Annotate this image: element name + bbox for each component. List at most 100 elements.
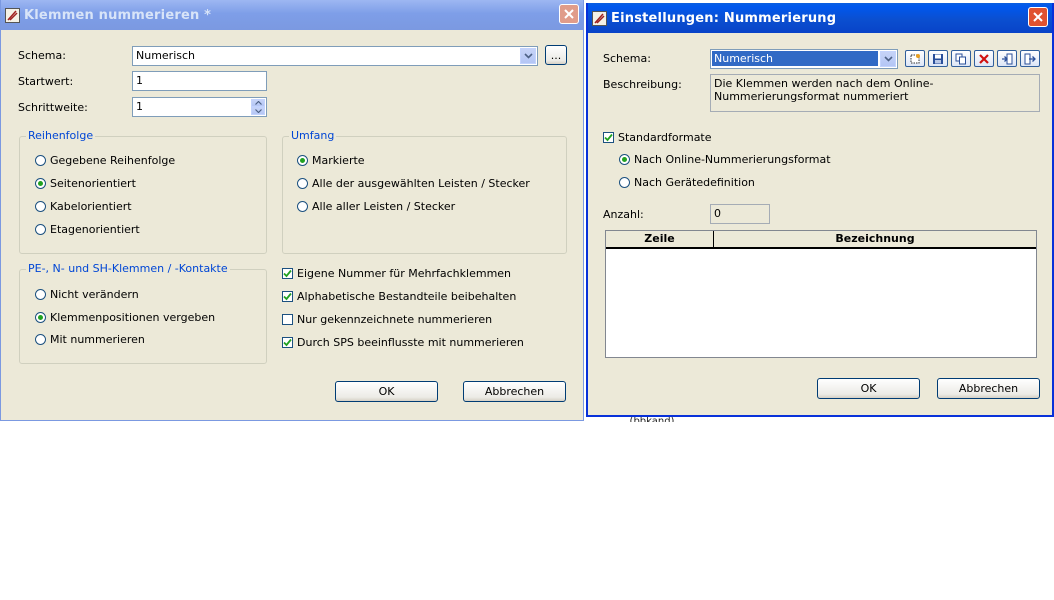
title-bar[interactable]: Einstellungen: Nummerierung <box>588 3 1052 33</box>
schema-dropdown[interactable]: Numerisch <box>132 46 538 66</box>
radio-label: Alle aller Leisten / Stecker <box>312 200 456 213</box>
radio-circle <box>35 155 46 166</box>
radio-online-nummerierungsformat[interactable]: Nach Online-Nummerierungsformat <box>619 153 831 166</box>
startwert-value: 1 <box>136 74 143 87</box>
startwert-label: Startwert: <box>18 75 74 88</box>
checkbox-label: Alphabetische Bestandteile beibehalten <box>297 290 517 303</box>
checkbox-durch-sps[interactable]: Durch SPS beeinflusste mit nummerieren <box>282 336 524 349</box>
new-icon[interactable] <box>905 50 925 67</box>
ok-button[interactable]: OK <box>817 378 920 399</box>
title-bar[interactable]: Klemmen nummerieren * <box>1 0 583 30</box>
reihenfolge-title: Reihenfolge <box>26 129 96 142</box>
radio-label: Markierte <box>312 154 365 167</box>
radio-label: Nicht verändern <box>50 288 139 301</box>
umfang-group: Umfang Markierte Alle der ausgewählten L… <box>282 129 567 254</box>
close-icon <box>564 9 574 19</box>
checkmark-icon <box>283 269 292 278</box>
background-text-fragment: ...(bbkand) ... <box>620 417 687 422</box>
radio-mit-nummerieren[interactable]: Mit nummerieren <box>35 333 145 346</box>
app-icon <box>592 10 607 26</box>
close-icon <box>1033 12 1043 22</box>
checkbox-box <box>282 314 293 325</box>
zeilen-table[interactable]: Zeile Bezeichnung <box>605 230 1037 358</box>
beschreibung-label: Beschreibung: <box>603 78 682 91</box>
stepper-down-icon[interactable] <box>251 107 265 115</box>
window-title: Klemmen nummerieren * <box>24 7 212 23</box>
schema-value: Numerisch <box>136 49 196 62</box>
radio-circle <box>35 178 46 189</box>
radio-circle <box>35 312 46 323</box>
radio-circle <box>297 178 308 189</box>
close-button[interactable] <box>559 4 579 24</box>
schrittweite-value: 1 <box>136 100 143 113</box>
radio-label: Nach Online-Nummerierungsformat <box>634 153 831 166</box>
app-icon <box>5 7 20 23</box>
checkbox-label: Standardformate <box>618 131 712 144</box>
checkmark-icon <box>283 292 292 301</box>
radio-label: Kabelorientiert <box>50 200 132 213</box>
checkbox-label: Eigene Nummer für Mehrfachklemmen <box>297 267 512 280</box>
radio-circle <box>297 201 308 212</box>
radio-alle-ausgewaehlten[interactable]: Alle der ausgewählten Leisten / Stecker <box>297 177 530 190</box>
radio-gegebene-reihenfolge[interactable]: Gegebene Reihenfolge <box>35 154 175 167</box>
table-header: Zeile Bezeichnung <box>606 231 1036 249</box>
checkbox-box <box>282 268 293 279</box>
schema-label: Schema: <box>18 49 66 62</box>
header-bezeichnung[interactable]: Bezeichnung <box>714 231 1036 247</box>
radio-label: Seitenorientiert <box>50 177 136 190</box>
checkbox-eigene-nummer[interactable]: Eigene Nummer für Mehrfachklemmen <box>282 267 511 280</box>
chevron-down-icon[interactable] <box>880 51 896 67</box>
stepper-up-icon[interactable] <box>251 99 265 107</box>
copy-icon[interactable] <box>951 50 971 67</box>
dialog-einstellungen-nummerierung: Einstellungen: Nummerierung Schema: Nume… <box>586 3 1054 417</box>
radio-klemmenpositionen[interactable]: Klemmenpositionen vergeben <box>35 311 215 324</box>
pe-n-sh-group: PE-, N- und SH-Klemmen / -Kontakte Nicht… <box>19 262 267 364</box>
radio-geraetedefinition[interactable]: Nach Gerätedefinition <box>619 176 755 189</box>
radio-label: Klemmenpositionen vergeben <box>50 311 216 324</box>
header-zeile[interactable]: Zeile <box>606 231 714 247</box>
umfang-title: Umfang <box>289 129 337 142</box>
anzahl-field[interactable]: 0 <box>710 204 770 224</box>
import-icon[interactable] <box>997 50 1017 67</box>
schrittweite-stepper[interactable]: 1 <box>132 97 267 117</box>
radio-label: Nach Gerätedefinition <box>634 176 755 189</box>
radio-alle-aller[interactable]: Alle aller Leisten / Stecker <box>297 200 455 213</box>
schema-label: Schema: <box>603 52 651 65</box>
cancel-button[interactable]: Abbrechen <box>463 381 566 402</box>
radio-kabelorientiert[interactable]: Kabelorientiert <box>35 200 132 213</box>
delete-icon[interactable] <box>974 50 994 67</box>
radio-label: Alle der ausgewählten Leisten / Stecker <box>312 177 530 190</box>
checkbox-alphabetische[interactable]: Alphabetische Bestandteile beibehalten <box>282 290 516 303</box>
radio-etagenorientiert[interactable]: Etagenorientiert <box>35 223 140 236</box>
checkbox-box <box>282 337 293 348</box>
checkbox-nur-gekennzeichnete[interactable]: Nur gekennzeichnete nummerieren <box>282 313 492 326</box>
window-title: Einstellungen: Nummerierung <box>611 10 837 26</box>
radio-circle <box>35 224 46 235</box>
chevron-down-icon[interactable] <box>520 48 536 64</box>
anzahl-value: 0 <box>714 207 721 220</box>
checkbox-box <box>282 291 293 302</box>
radio-circle <box>619 154 630 165</box>
beschreibung-field[interactable]: Die Klemmen werden nach dem Online-Numme… <box>710 74 1040 112</box>
checkbox-standardformate[interactable]: Standardformate <box>603 131 712 144</box>
checkmark-icon <box>604 133 613 142</box>
anzahl-label: Anzahl: <box>603 208 644 221</box>
ok-button[interactable]: OK <box>335 381 438 402</box>
schrittweite-label: Schrittweite: <box>18 101 88 114</box>
dialog-klemmen-nummerieren: Klemmen nummerieren * Schema: Numerisch … <box>0 0 584 421</box>
startwert-input[interactable]: 1 <box>132 71 267 91</box>
beschreibung-value: Die Klemmen werden nach dem Online-Numme… <box>714 77 934 103</box>
radio-circle <box>35 201 46 212</box>
export-icon[interactable] <box>1020 50 1040 67</box>
radio-markierte[interactable]: Markierte <box>297 154 365 167</box>
cancel-button[interactable]: Abbrechen <box>937 378 1040 399</box>
schema-dropdown[interactable]: Numerisch <box>710 49 898 69</box>
radio-nicht-veraendern[interactable]: Nicht verändern <box>35 288 139 301</box>
close-button[interactable] <box>1028 7 1048 27</box>
save-icon[interactable] <box>928 50 948 67</box>
pe-group-title: PE-, N- und SH-Klemmen / -Kontakte <box>26 262 230 275</box>
checkbox-label: Durch SPS beeinflusste mit nummerieren <box>297 336 524 349</box>
browse-button[interactable]: ... <box>545 45 567 65</box>
radio-seitenorientiert[interactable]: Seitenorientiert <box>35 177 136 190</box>
radio-circle <box>35 334 46 345</box>
